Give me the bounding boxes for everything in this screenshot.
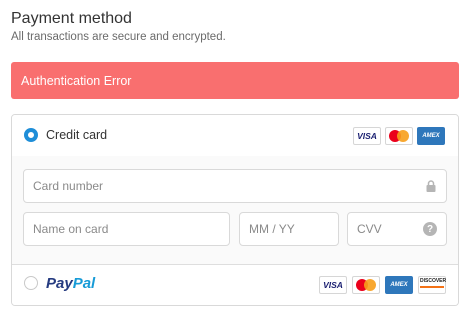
- amex-logo-text: AMEX: [422, 133, 440, 139]
- card-number-input[interactable]: [33, 179, 446, 193]
- mastercard-icon: [385, 127, 413, 145]
- amex-icon: AMEX: [417, 127, 445, 145]
- name-on-card-input[interactable]: [33, 222, 229, 236]
- credit-card-label[interactable]: Credit card: [46, 128, 107, 142]
- visa-logo-text: VISA: [323, 280, 343, 290]
- credit-card-radio[interactable]: [24, 128, 38, 142]
- credit-card-form: ?: [12, 156, 458, 265]
- page-subtitle: All transactions are secure and encrypte…: [11, 31, 226, 43]
- mastercard-icon: [352, 276, 380, 294]
- credit-card-option[interactable]: Credit card VISA AMEX: [12, 115, 458, 157]
- expiry-input[interactable]: [249, 222, 338, 236]
- paypal-radio[interactable]: [24, 276, 38, 290]
- visa-icon: VISA: [353, 127, 381, 145]
- payment-panel: Credit card VISA AMEX ?: [11, 114, 459, 306]
- paypal-logo-pay: Pay: [46, 275, 73, 292]
- visa-icon: VISA: [319, 276, 347, 294]
- help-icon[interactable]: ?: [423, 222, 437, 236]
- card-number-field[interactable]: [23, 169, 447, 203]
- paypal-logo: PayPal: [46, 275, 95, 292]
- discover-icon: DISCOVER: [418, 276, 446, 294]
- name-on-card-field[interactable]: [23, 212, 230, 246]
- amex-icon: AMEX: [385, 276, 413, 294]
- error-alert: Authentication Error: [11, 62, 459, 99]
- lock-icon: [426, 180, 436, 192]
- paypal-option[interactable]: PayPal VISA AMEX DISCOVER: [12, 265, 458, 305]
- paypal-logo-pal: Pal: [72, 275, 96, 292]
- cvv-field[interactable]: ?: [347, 212, 447, 246]
- error-message: Authentication Error: [21, 73, 132, 88]
- discover-logo-text: DISCOVER: [420, 278, 447, 284]
- expiry-field[interactable]: [239, 212, 339, 246]
- page-title: Payment method: [11, 10, 132, 27]
- amex-logo-text: AMEX: [390, 282, 408, 288]
- visa-logo-text: VISA: [357, 131, 377, 141]
